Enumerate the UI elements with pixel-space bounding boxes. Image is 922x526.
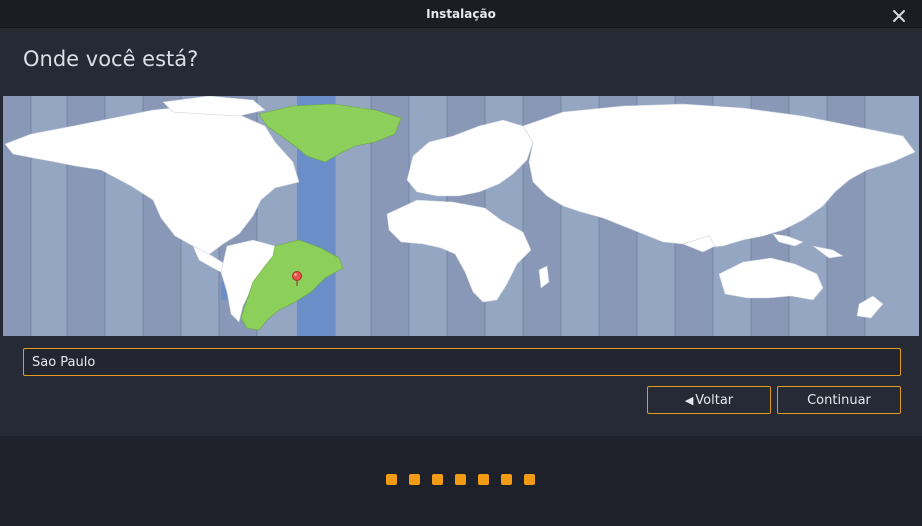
arrow-left-icon: ◀ [684,393,694,407]
progress-step [478,474,489,485]
progress-step [455,474,466,485]
progress-step [409,474,420,485]
page-title: Onde você está? [23,47,199,71]
back-button-label: Voltar [695,392,734,408]
main-content: Onde você está? Sao Paulo ◀ Voltar Conti… [0,28,922,436]
progress-step [432,474,443,485]
progress-step [501,474,512,485]
footer [0,436,922,526]
location-input[interactable] [23,348,901,376]
continue-button[interactable]: Continuar [777,386,901,414]
back-button[interactable]: ◀ Voltar [647,386,771,414]
timezone-map[interactable] [3,96,919,336]
progress-steps [386,474,535,485]
continue-button-label: Continuar [807,392,871,408]
progress-step [386,474,397,485]
progress-step [524,474,535,485]
close-icon[interactable] [892,8,906,22]
title-bar: Instalação [0,0,922,28]
window-title: Instalação [426,6,496,21]
